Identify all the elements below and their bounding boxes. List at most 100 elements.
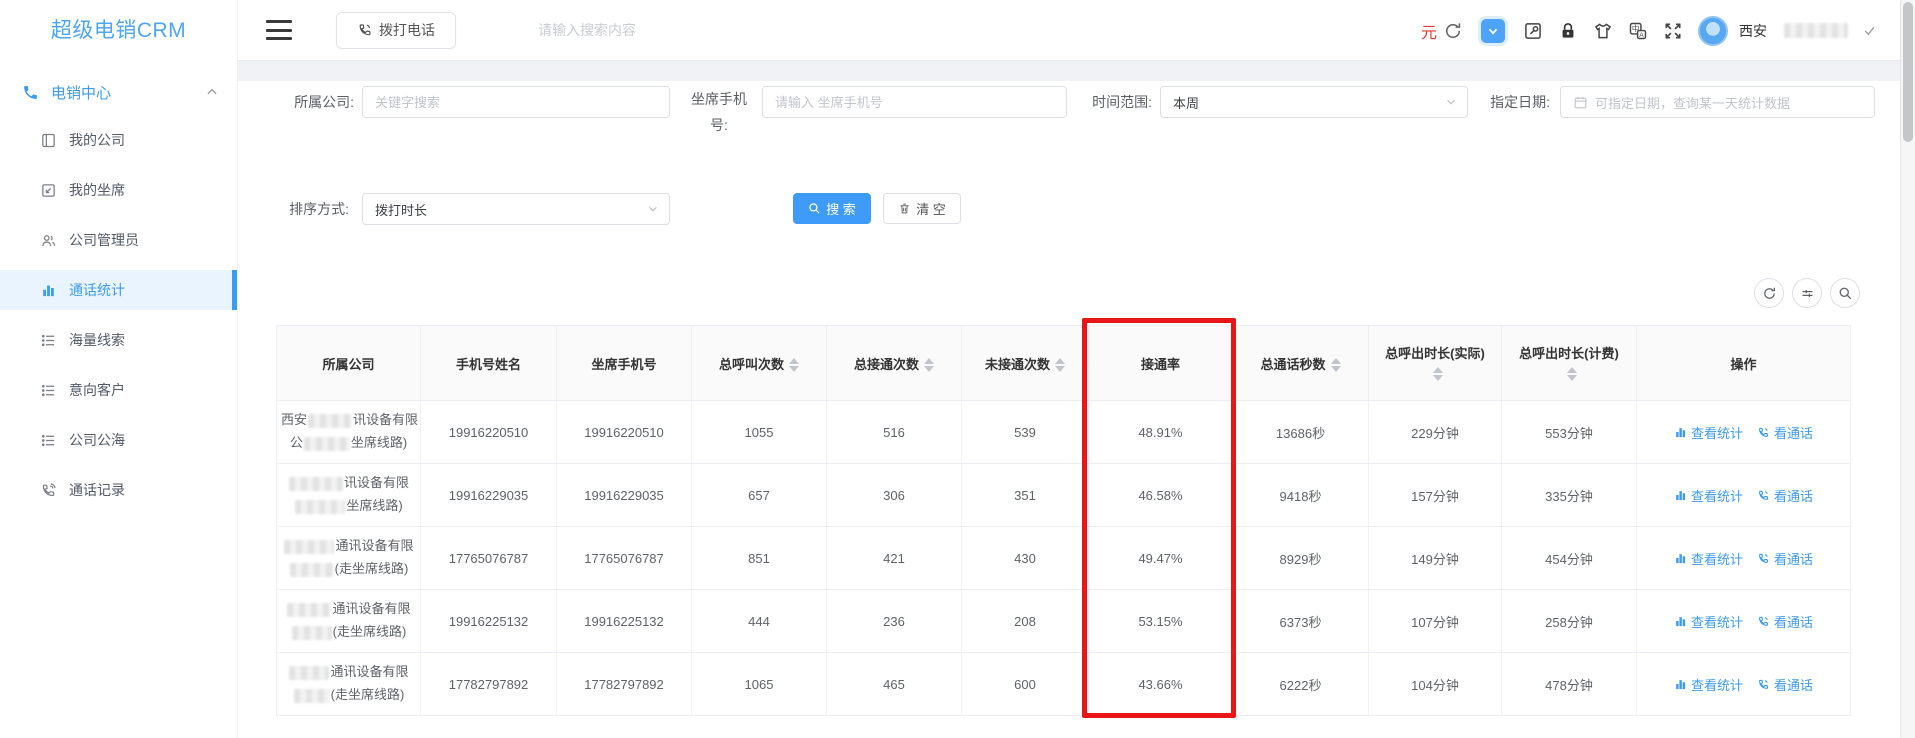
sidebar-item-call-stats[interactable]: 通话统计	[0, 270, 237, 310]
col-call-seconds: 总通话秒数	[1233, 326, 1369, 401]
translate-icon[interactable]: 中A	[1628, 21, 1648, 41]
search-button[interactable]: 搜 索	[793, 193, 871, 224]
sidebar-item-my-company[interactable]: 我的公司	[0, 115, 237, 165]
dropdown-check-button[interactable]	[1481, 19, 1505, 43]
col-company: 所属公司	[277, 326, 421, 401]
fullscreen-icon[interactable]	[1663, 21, 1683, 41]
sidebar-item-call-records[interactable]: 通话记录	[0, 465, 237, 515]
cell-connect-rate: 46.58%	[1089, 464, 1233, 527]
redacted-text	[294, 689, 330, 703]
view-stats-link[interactable]: 查看统计	[1674, 486, 1743, 505]
sort-control[interactable]	[1055, 358, 1065, 372]
bar-chart-icon	[1674, 552, 1687, 565]
sort-control[interactable]	[1567, 367, 1577, 381]
cell-missed: 600	[962, 653, 1089, 716]
svg-text:A: A	[1639, 32, 1644, 39]
cell-missed: 208	[962, 590, 1089, 653]
app-window: 超级电销CRM 电销中心 我的公司 我的坐席 公司管理员 通话统计	[0, 0, 1915, 738]
cell-connect-rate: 43.66%	[1089, 653, 1233, 716]
view-stats-link[interactable]: 查看统计	[1674, 675, 1743, 694]
sort-select[interactable]: 拨打时长	[362, 193, 670, 225]
sort-control[interactable]	[1433, 367, 1443, 381]
date-placeholder: 可指定日期，查询某一天统计数据	[1595, 93, 1790, 112]
bar-chart-icon	[1674, 615, 1687, 628]
refresh-table-button[interactable]	[1754, 278, 1784, 308]
cell-outbound-billed: 478分钟	[1502, 653, 1637, 716]
refresh-icon	[1762, 286, 1777, 301]
cell-outbound-billed: 335分钟	[1502, 464, 1637, 527]
phone-icon	[22, 84, 39, 101]
sort-control[interactable]	[789, 358, 799, 372]
vertical-scrollbar[interactable]	[1900, 0, 1915, 738]
list-icon	[40, 382, 57, 399]
lock-icon[interactable]	[1558, 21, 1578, 41]
date-picker-input[interactable]: 可指定日期，查询某一天统计数据	[1560, 86, 1875, 118]
cell-outbound-billed: 553分钟	[1502, 401, 1637, 464]
col-phone-name: 手机号姓名	[421, 326, 557, 401]
calendar-icon	[1573, 95, 1588, 110]
sidebar-item-intent-customers[interactable]: 意向客户	[0, 365, 237, 415]
table-row: 通讯设备有限(走坐席线路)199162251321991622513244423…	[277, 590, 1851, 653]
col-connected: 总接通次数	[827, 326, 962, 401]
cell-agent-phone: 17765076787	[557, 527, 692, 590]
view-stats-link[interactable]: 查看统计	[1674, 612, 1743, 631]
tools-icon[interactable]	[1523, 21, 1543, 41]
cell-connected: 306	[827, 464, 962, 527]
column-settings-icon	[1800, 286, 1815, 301]
phone-icon	[357, 22, 373, 38]
shirt-icon[interactable]	[1593, 21, 1613, 41]
book-icon	[40, 132, 57, 149]
clear-button[interactable]: 清 空	[883, 193, 961, 224]
scrollbar-thumb[interactable]	[1903, 2, 1913, 142]
user-avatar[interactable]	[1698, 16, 1728, 46]
column-settings-button[interactable]	[1792, 278, 1822, 308]
cell-total-calls: 444	[692, 590, 827, 653]
topbar: 拨打电话 元 中A 西安	[238, 0, 1900, 61]
cell-total-calls: 851	[692, 527, 827, 590]
cell-connected: 465	[827, 653, 962, 716]
stats-table: 所属公司 手机号姓名 坐席手机号 总呼叫次数 总接通次数 未接通次数 接通率 总…	[276, 325, 1850, 716]
cell-outbound-actual: 229分钟	[1369, 401, 1502, 464]
company-filter-input[interactable]	[362, 86, 670, 118]
sidebar-item-my-seat[interactable]: 我的坐席	[0, 165, 237, 215]
cell-phone-name: 17782797892	[421, 653, 557, 716]
view-calls-link[interactable]: 看通话	[1757, 612, 1813, 631]
sort-control[interactable]	[1331, 358, 1341, 372]
user-name[interactable]: 西安	[1739, 21, 1767, 41]
view-stats-link[interactable]: 查看统计	[1674, 423, 1743, 442]
cell-connected: 516	[827, 401, 962, 464]
redacted-text	[292, 626, 332, 640]
sidebar-item-company-admin[interactable]: 公司管理员	[0, 215, 237, 265]
sidebar-item-mass-leads[interactable]: 海量线索	[0, 315, 237, 365]
cell-phone-name: 17765076787	[421, 527, 557, 590]
view-calls-link[interactable]: 看通话	[1757, 486, 1813, 505]
topbar-right-cluster: 元 中A 西安	[1421, 0, 1876, 61]
hamburger-menu-icon[interactable]	[266, 20, 292, 40]
cell-outbound-actual: 157分钟	[1369, 464, 1502, 527]
time-range-select[interactable]: 本周	[1160, 86, 1468, 118]
agent-phone-filter-input[interactable]	[762, 86, 1067, 118]
list-icon	[40, 332, 57, 349]
view-calls-link[interactable]: 看通话	[1757, 675, 1813, 694]
search-table-button[interactable]	[1830, 278, 1860, 308]
global-search-input[interactable]	[538, 22, 858, 38]
cell-actions: 查看统计看通话	[1637, 590, 1851, 653]
sort-control[interactable]	[924, 358, 934, 372]
app-logo: 超级电销CRM	[0, 0, 237, 61]
cell-call-seconds: 6373秒	[1233, 590, 1369, 653]
table-row: 讯设备有限坐席线路)199162290351991622903565730635…	[277, 464, 1851, 527]
sidebar-group-call-center[interactable]: 电销中心	[0, 69, 237, 115]
view-calls-link[interactable]: 看通话	[1757, 549, 1813, 568]
cell-missed: 539	[962, 401, 1089, 464]
sidebar-item-company-pool[interactable]: 公司公海	[0, 415, 237, 465]
refresh-icon[interactable]	[1443, 21, 1463, 41]
user-name-redacted	[1784, 23, 1848, 38]
col-actions: 操作	[1637, 326, 1851, 401]
view-calls-link[interactable]: 看通话	[1757, 423, 1813, 442]
phone-icon	[1757, 489, 1770, 502]
cell-actions: 查看统计看通话	[1637, 527, 1851, 590]
dial-call-button[interactable]: 拨打电话	[336, 12, 456, 49]
chevron-down-icon	[1486, 24, 1500, 38]
col-outbound-actual: 总呼出时长(实际)	[1369, 326, 1502, 401]
view-stats-link[interactable]: 查看统计	[1674, 549, 1743, 568]
